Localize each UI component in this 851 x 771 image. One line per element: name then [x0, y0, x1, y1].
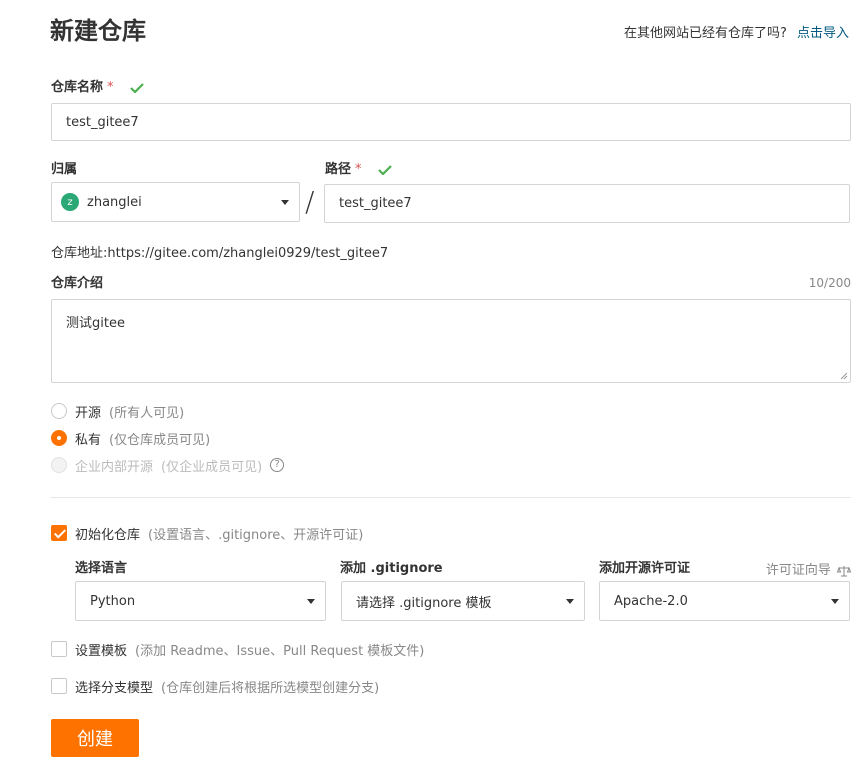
path-input[interactable]: test_gitee7: [324, 184, 850, 223]
private-hint: (仅仓库成员可见): [109, 432, 211, 448]
chevron-down-icon: [831, 599, 839, 604]
branch-model-hint: (仓库创建后将根据所选模型创建分支): [161, 680, 380, 696]
resize-handle-icon[interactable]: [840, 372, 848, 380]
import-prompt-text: 在其他网站已经有仓库了吗?: [623, 26, 787, 41]
repo-name-input[interactable]: test_gitee7: [51, 103, 851, 141]
check-icon: [130, 82, 144, 93]
license-guide-link[interactable]: 许可证向导: [766, 559, 851, 578]
chevron-down-icon: [307, 599, 315, 604]
gitignore-value: 请选择 .gitignore 模板: [356, 595, 492, 611]
repo-name-label-text: 仓库名称: [51, 80, 104, 95]
owner-select[interactable]: z zhanglei: [51, 182, 300, 222]
required-mark: *: [107, 80, 114, 95]
enterprise-hint: (仅企业成员可见): [161, 459, 263, 475]
repo-address-url: https://gitee.com/zhanglei0929/test_gite…: [107, 246, 389, 261]
language-select[interactable]: Python: [75, 581, 326, 621]
radio-enterprise: [51, 457, 67, 473]
owner-value: zhanglei: [87, 194, 142, 210]
repo-name-label: 仓库名称 *: [51, 79, 144, 97]
visibility-option-public[interactable]: 开源 (所有人可见): [51, 401, 184, 421]
template-hint: (添加 Readme、Issue、Pull Request 模板文件): [135, 643, 425, 659]
radio-private[interactable]: [51, 430, 67, 446]
description-label: 仓库介绍: [51, 276, 104, 291]
template-checkbox[interactable]: [51, 641, 67, 657]
init-repo-checkbox[interactable]: [51, 525, 67, 541]
branch-model-checkbox-row[interactable]: 选择分支模型 (仓库创建后将根据所选模型创建分支): [51, 676, 379, 696]
import-link[interactable]: 点击导入: [797, 26, 849, 41]
divider: [50, 497, 851, 498]
gitignore-select[interactable]: 请选择 .gitignore 模板: [341, 581, 585, 621]
enterprise-label: 企业内部开源: [75, 459, 154, 475]
radio-public[interactable]: [51, 403, 67, 419]
license-guide-text: 许可证向导: [765, 563, 831, 578]
visibility-option-enterprise: 企业内部开源 (仅企业成员可见) ?: [51, 455, 285, 475]
branch-model-label: 选择分支模型: [75, 680, 154, 696]
page-title: 新建仓库: [50, 17, 146, 45]
description-value: 测试gitee: [66, 316, 125, 331]
license-select[interactable]: Apache-2.0: [599, 581, 850, 621]
owner-label: 归属: [51, 162, 78, 177]
private-label: 私有: [75, 432, 102, 448]
chevron-down-icon: [281, 200, 289, 205]
public-hint: (所有人可见): [109, 405, 185, 421]
help-icon[interactable]: ?: [270, 458, 285, 472]
repo-address: 仓库地址:https://gitee.com/zhanglei0929/test…: [51, 242, 388, 261]
path-label-text: 路径: [325, 162, 352, 177]
license-value: Apache-2.0: [614, 593, 688, 609]
repo-address-label: 仓库地址:: [51, 246, 108, 261]
description-textarea[interactable]: 测试gitee: [51, 299, 851, 383]
init-repo-label: 初始化仓库: [75, 527, 141, 543]
path-separator: /: [305, 185, 315, 218]
chevron-down-icon: [566, 599, 574, 604]
avatar: z: [61, 193, 79, 211]
path-label: 路径 *: [325, 161, 392, 179]
branch-model-checkbox[interactable]: [51, 678, 67, 694]
language-label: 选择语言: [75, 561, 128, 576]
path-value: test_gitee7: [339, 196, 412, 211]
description-counter: 10/200: [808, 276, 851, 290]
language-value: Python: [90, 593, 136, 609]
check-icon: [378, 164, 392, 175]
init-repo-hint: (设置语言、.gitignore、开源许可证): [148, 527, 364, 543]
init-repo-checkbox-row[interactable]: 初始化仓库 (设置语言、.gitignore、开源许可证): [51, 523, 363, 543]
import-prompt: 在其他网站已经有仓库了吗? 点击导入: [624, 22, 849, 41]
repo-name-value: test_gitee7: [66, 114, 139, 130]
visibility-option-private[interactable]: 私有 (仅仓库成员可见): [51, 428, 210, 448]
create-button[interactable]: 创建: [51, 719, 139, 757]
template-label: 设置模板: [75, 643, 128, 659]
required-mark: *: [355, 162, 362, 177]
public-label: 开源: [75, 405, 102, 421]
scale-icon: [836, 565, 851, 576]
gitignore-label: 添加 .gitignore: [340, 561, 443, 576]
template-checkbox-row[interactable]: 设置模板 (添加 Readme、Issue、Pull Request 模板文件): [51, 639, 424, 659]
license-label: 添加开源许可证: [599, 561, 691, 576]
